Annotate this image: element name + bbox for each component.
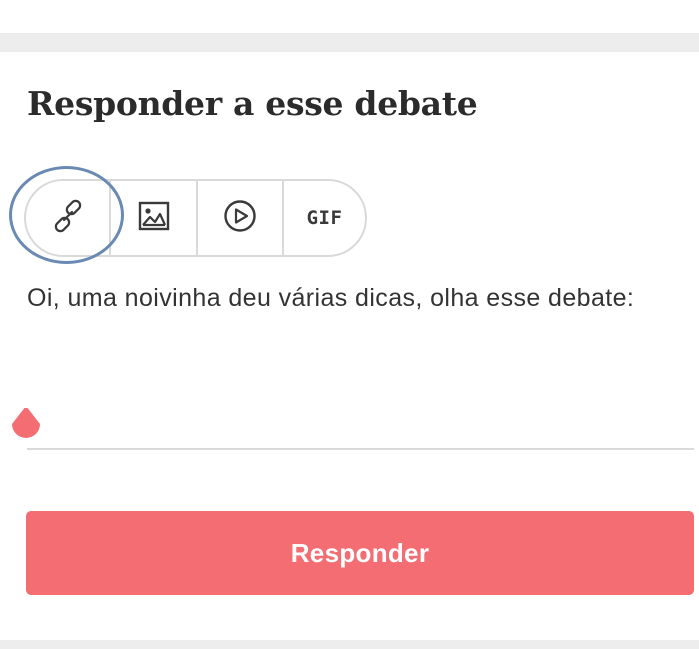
top-divider-strip: [0, 33, 699, 52]
insert-link-button[interactable]: [26, 181, 111, 255]
page-title: Responder a esse debate: [27, 84, 478, 123]
attachment-toolbar: GIF: [24, 179, 367, 257]
reply-text-input[interactable]: Oi, uma noivinha deu várias dicas, olha …: [27, 276, 667, 320]
submit-reply-button[interactable]: Responder: [26, 511, 694, 595]
link-icon: [51, 199, 85, 238]
image-icon: [138, 201, 170, 236]
play-circle-icon: [223, 199, 257, 238]
text-input-underline: [27, 448, 694, 450]
insert-image-button[interactable]: [111, 181, 198, 255]
bottom-divider-strip: [0, 640, 699, 649]
gif-icon: GIF: [306, 207, 343, 229]
text-cursor-handle-icon[interactable]: [8, 406, 44, 444]
reply-page: Responder a esse debate GIF Oi, uma noiv…: [0, 0, 699, 649]
insert-video-button[interactable]: [198, 181, 284, 255]
insert-gif-button[interactable]: GIF: [284, 181, 365, 255]
